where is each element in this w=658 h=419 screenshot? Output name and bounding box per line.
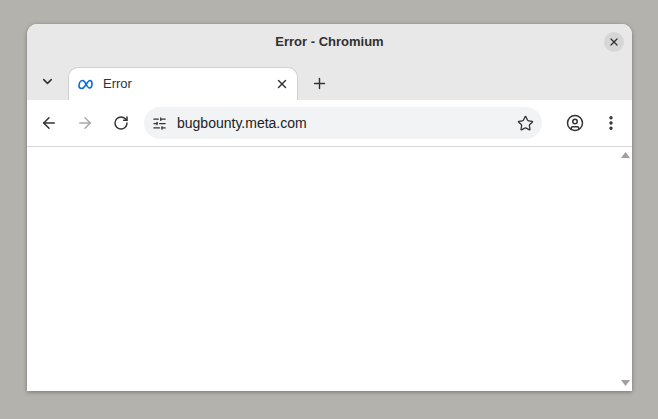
tab-search-button[interactable] xyxy=(35,69,59,93)
meta-logo-icon xyxy=(77,78,95,90)
profile-icon xyxy=(566,114,584,132)
close-icon xyxy=(608,36,620,48)
reload-icon xyxy=(113,115,129,131)
arrow-right-icon xyxy=(76,114,94,132)
scrollbar[interactable] xyxy=(619,147,632,391)
forward-button[interactable] xyxy=(70,108,100,138)
scroll-down-icon[interactable] xyxy=(621,380,630,386)
tab-strip: Error xyxy=(27,60,632,100)
profile-button[interactable] xyxy=(560,108,590,138)
title-bar: Error - Chromium xyxy=(27,24,632,60)
plus-icon xyxy=(311,75,328,92)
arrow-left-icon xyxy=(40,114,58,132)
bookmark-star-icon[interactable] xyxy=(517,115,534,132)
tab[interactable]: Error xyxy=(68,67,298,100)
menu-icon xyxy=(602,114,620,132)
url-text: bugbounty.meta.com xyxy=(177,113,507,134)
reload-button[interactable] xyxy=(106,108,136,138)
toolbar: bugbounty.meta.com xyxy=(27,100,632,147)
close-window-button[interactable] xyxy=(604,32,624,52)
chevron-down-icon xyxy=(40,74,55,89)
back-button[interactable] xyxy=(34,108,64,138)
address-bar[interactable]: bugbounty.meta.com xyxy=(144,107,542,139)
scroll-up-icon[interactable] xyxy=(621,152,630,158)
desktop: Error - Chromium Error bugbounty.meta.com xyxy=(0,0,658,419)
window-title: Error - Chromium xyxy=(275,32,383,52)
site-settings-icon[interactable] xyxy=(152,116,167,131)
menu-button[interactable] xyxy=(596,108,626,138)
tab-close-icon[interactable] xyxy=(275,77,289,91)
tab-title: Error xyxy=(103,74,267,94)
new-tab-button[interactable] xyxy=(306,70,332,96)
browser-window: Error - Chromium Error bugbounty.meta.com xyxy=(27,24,632,391)
page-content xyxy=(27,147,632,391)
